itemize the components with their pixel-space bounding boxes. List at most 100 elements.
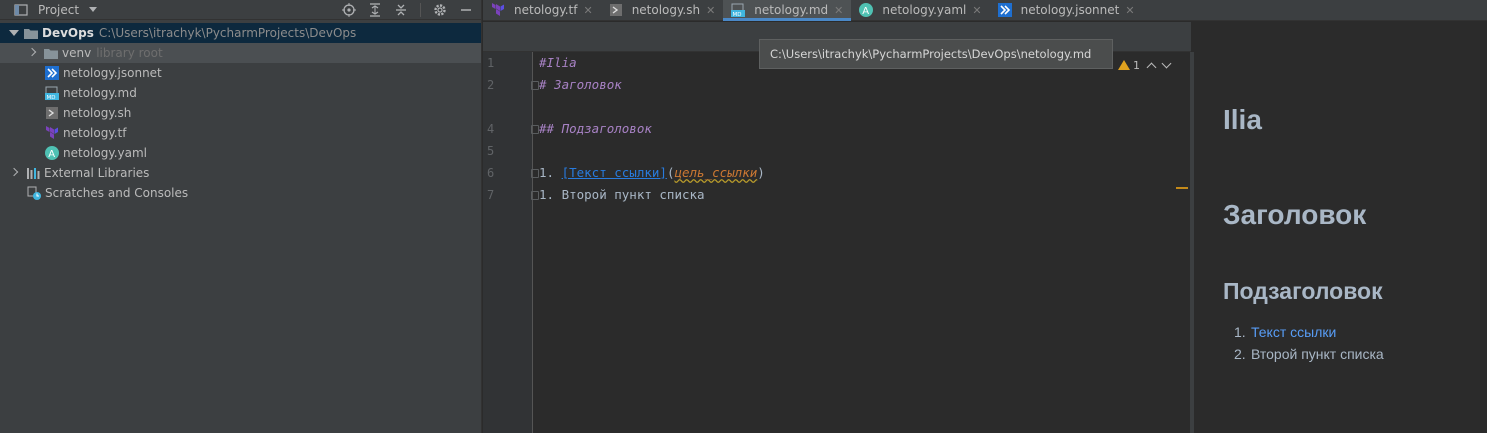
fold-marker-icon[interactable] [531,191,539,200]
preview-heading-2: Заголовок [1223,199,1367,230]
close-icon[interactable]: ✕ [706,4,715,17]
list-item: 1. Текст ссылки [1234,324,1384,346]
tab-netology-jsonnet[interactable]: netology.jsonnet ✕ [990,0,1143,20]
tree-item-netology-jsonnet[interactable]: netology.jsonnet [0,63,481,83]
code-editor[interactable]: 1 2 4 5 6 7 #Ilia # Заголовок ## Подзаго… [483,52,1191,433]
shell-icon [609,3,623,17]
tree-item-netology-md[interactable]: MD netology.md [0,83,481,103]
fold-marker-icon[interactable] [531,125,539,134]
tree-item-scratches[interactable]: Scratches and Consoles [0,183,481,203]
shell-icon [45,106,59,120]
preview-link[interactable]: Текст ссылки [1251,324,1336,346]
locate-file-icon[interactable] [342,3,356,17]
ide-window: Project DevOps C:\Users\itrachyk\Pycharm… [0,0,1487,433]
list-item: 2. Второй пункт списка [1234,346,1384,368]
expand-all-icon[interactable] [368,3,382,17]
markdown-preview: Ilia Заголовок Подзаголовок 1. Текст ссыл… [1194,52,1487,433]
line-number: 1 [487,56,495,70]
tree-item-label: External Libraries [44,166,150,180]
tree-item-label: venv [62,46,92,60]
list-item-number: 1. [1234,324,1246,340]
jsonnet-icon [45,66,59,80]
project-view-dropdown-icon[interactable] [89,7,98,12]
terraform-icon [491,3,505,17]
tab-label: netology.sh [631,3,701,17]
tree-item-label: Scratches and Consoles [45,186,189,200]
root-folder-path: C:\Users\itrachyk\PycharmProjects\DevOps [98,26,357,40]
scratches-icon [27,186,41,200]
svg-text:MD: MD [47,95,56,100]
yaml-icon: A [859,3,874,17]
project-toolbar [342,0,473,20]
fold-marker-icon[interactable] [531,81,539,90]
gear-icon[interactable] [433,3,447,17]
project-panel-header: Project [0,0,481,20]
jsonnet-icon [997,3,1012,17]
expand-arrow-icon[interactable] [8,28,19,38]
terraform-icon [45,126,59,140]
previous-highlight-icon[interactable] [1146,62,1157,72]
code-line-2: # Заголовок [539,77,622,92]
preview-heading-1: Ilia [1223,104,1262,135]
line-number: 7 [487,188,495,202]
tree-item-external-libraries[interactable]: External Libraries [0,163,481,183]
close-icon[interactable]: ✕ [583,4,592,17]
tree-item-netology-yaml[interactable]: A netology.yaml [0,143,481,163]
warning-count-value: 1 [1133,58,1140,72]
warning-icon [1118,60,1130,70]
code-line-1: #Ilia [539,55,577,70]
heading-token: # Заголовок [539,77,622,92]
list-item-number: 2. [1234,346,1246,362]
warning-count[interactable]: 1 [1118,59,1140,72]
tree-item-label: netology.md [63,86,137,100]
tree-item-netology-tf[interactable]: netology.tf [0,123,481,143]
line-number: 4 [487,122,495,136]
toolbar-divider [420,3,421,17]
project-panel-title[interactable]: Project [38,3,79,17]
tab-netology-yaml[interactable]: A netology.yaml ✕ [851,0,989,20]
line-number: 6 [487,166,495,180]
heading-token: #Ilia [539,55,577,70]
project-tree: DevOps C:\Users\itrachyk\PycharmProjects… [0,23,481,203]
code-line-7: 1. Второй пункт списка [539,187,705,202]
list-item-token: 1. Второй пункт списка [539,187,705,202]
link-url-token[interactable]: цель_ссылки [674,165,757,180]
hide-panel-icon[interactable] [459,3,473,17]
file-path-tooltip: C:\Users\itrachyk\PycharmProjects\DevOps… [759,39,1113,69]
preview-subheading: Подзаголовок [1223,278,1383,304]
inspection-widget[interactable]: 1 [1118,56,1172,74]
collapse-all-icon[interactable] [394,3,408,17]
link-text-token[interactable]: [Текст ссылки] [562,165,667,180]
folder-icon [24,26,38,40]
svg-text:A: A [48,149,55,160]
paren-token: ) [757,165,765,180]
tab-label: netology.md [754,3,829,17]
editor-tabs: netology.tf ✕ netology.sh ✕ MD netology.… [483,0,1487,21]
tab-netology-sh[interactable]: netology.sh ✕ [601,0,724,20]
collapsed-arrow-icon[interactable] [8,168,18,178]
svg-text:A: A [863,6,870,17]
tree-item-venv[interactable]: venv library root [0,43,481,63]
close-icon[interactable]: ✕ [834,4,843,17]
tab-netology-tf[interactable]: netology.tf ✕ [483,0,601,20]
tree-item-label: netology.tf [63,126,127,140]
collapsed-arrow-icon[interactable] [26,48,36,58]
markdown-icon: MD [45,86,59,101]
next-highlight-icon[interactable] [1161,58,1172,69]
tree-item-label: netology.sh [63,106,132,120]
markdown-icon: MD [731,3,746,18]
line-number-gutter: 1 2 4 5 6 7 [483,52,533,433]
line-number: 5 [487,144,495,158]
tab-netology-md[interactable]: MD netology.md ✕ [723,0,852,21]
yaml-icon: A [45,146,59,160]
warning-stripe-marker[interactable] [1176,187,1188,189]
list-item-text: Второй пункт списка [1251,346,1384,362]
close-icon[interactable]: ✕ [1125,4,1134,17]
line-number: 2 [487,78,495,92]
close-icon[interactable]: ✕ [972,4,981,17]
library-root-hint: library root [96,46,163,60]
fold-marker-icon[interactable] [531,169,539,178]
tree-root-devops[interactable]: DevOps C:\Users\itrachyk\PycharmProjects… [0,23,481,43]
heading-token: ## Подзаголовок [539,121,652,136]
tree-item-netology-sh[interactable]: netology.sh [0,103,481,123]
